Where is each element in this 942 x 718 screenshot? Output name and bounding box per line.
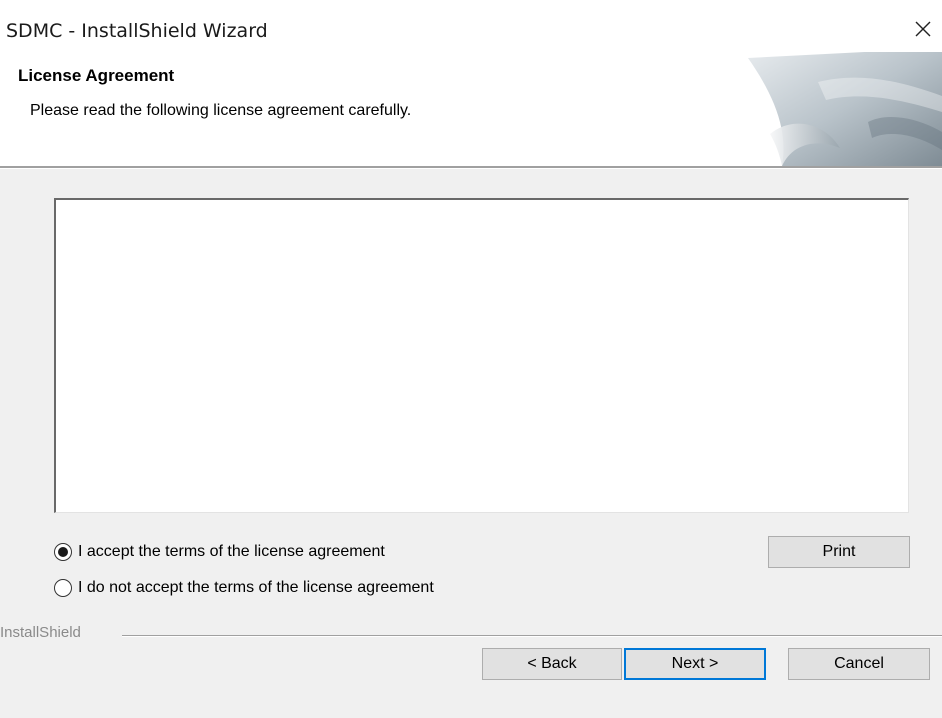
wizard-header: License Agreement Please read the follow… bbox=[0, 52, 942, 166]
cancel-button[interactable]: Cancel bbox=[788, 648, 930, 680]
branding-divider bbox=[122, 635, 942, 637]
decline-option[interactable]: I do not accept the terms of the license… bbox=[54, 576, 434, 600]
installshield-label: InstallShield bbox=[0, 624, 81, 641]
window-title: SDMC - InstallShield Wizard bbox=[6, 20, 268, 42]
back-button[interactable]: < Back bbox=[482, 648, 622, 680]
header-divider bbox=[0, 166, 942, 169]
next-button[interactable]: Next > bbox=[624, 648, 766, 680]
wizard-banner-graphic bbox=[748, 52, 942, 166]
accept-option[interactable]: I accept the terms of the license agreem… bbox=[54, 540, 385, 564]
accept-label: I accept the terms of the license agreem… bbox=[78, 543, 385, 560]
license-text-area[interactable] bbox=[54, 198, 909, 513]
print-button[interactable]: Print bbox=[768, 536, 910, 568]
branding-row: InstallShield bbox=[0, 624, 942, 644]
page-subtitle: Please read the following license agreem… bbox=[30, 102, 412, 119]
decline-radio[interactable] bbox=[54, 579, 72, 597]
page-title: License Agreement bbox=[18, 66, 175, 85]
accept-radio[interactable] bbox=[54, 543, 72, 561]
close-icon[interactable] bbox=[910, 16, 936, 42]
decline-label: I do not accept the terms of the license… bbox=[78, 579, 434, 596]
